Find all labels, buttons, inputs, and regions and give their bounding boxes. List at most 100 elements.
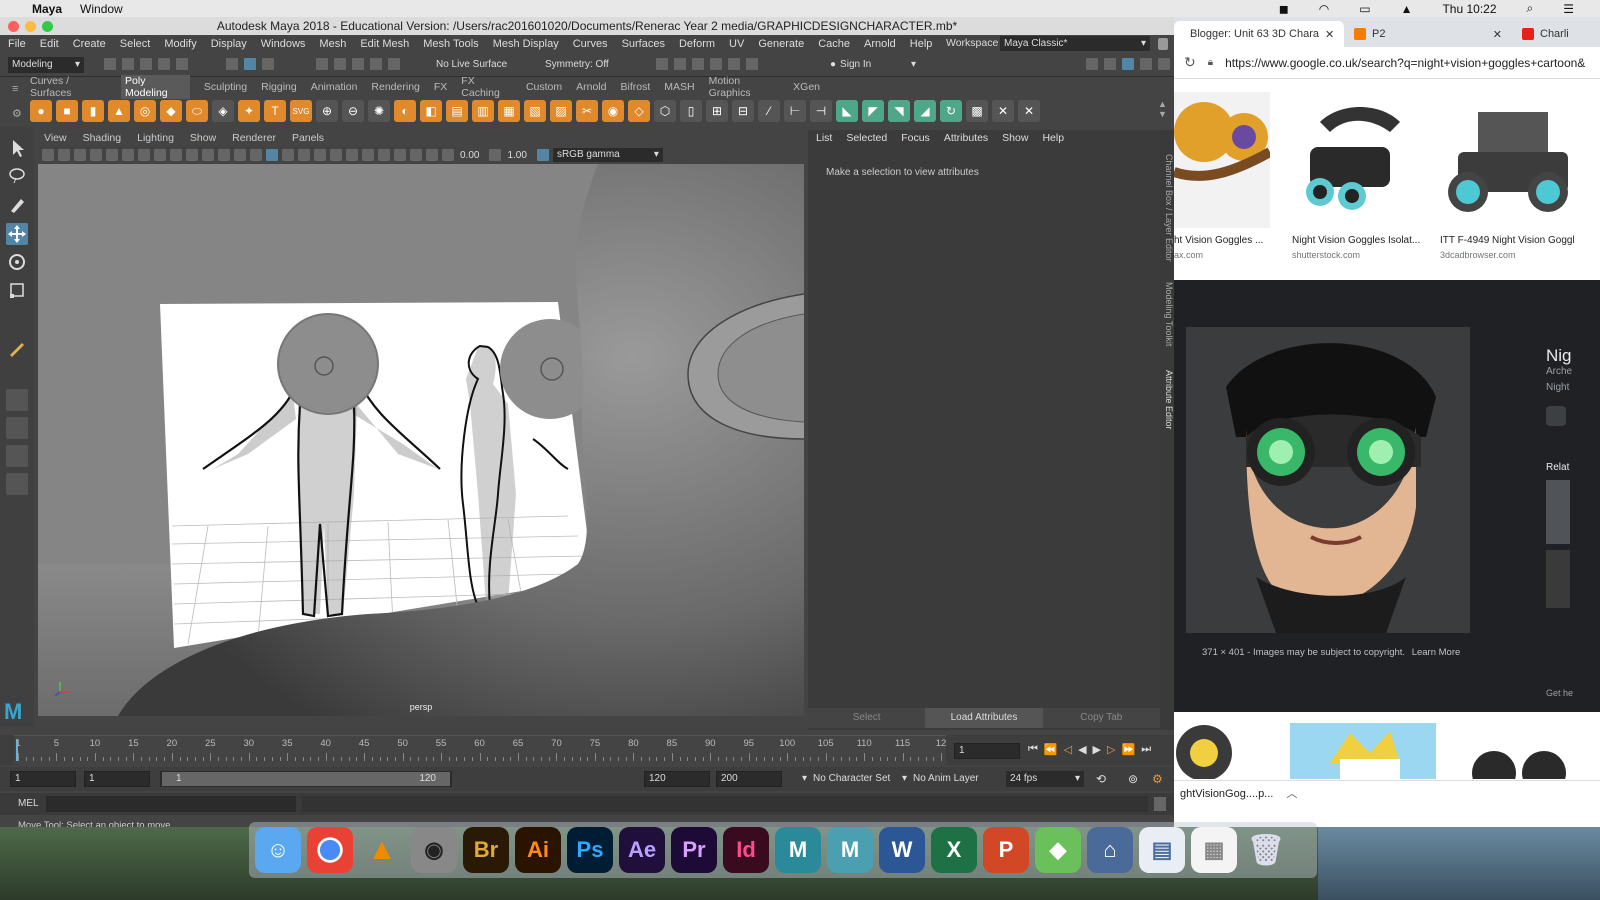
unfold-uv-icon[interactable]: ◥	[888, 100, 910, 122]
result-caption-3[interactable]: ITT F-4949 Night Vision Goggl	[1440, 235, 1600, 246]
character-set-dropdown[interactable]: ▾ No Character Set	[802, 773, 890, 784]
menu-help[interactable]: Help	[910, 38, 933, 50]
poly-sphere-icon[interactable]: ●	[30, 100, 52, 122]
menu-create[interactable]: Create	[73, 38, 106, 50]
preview-image[interactable]	[1186, 327, 1470, 633]
outliner-view-icon[interactable]	[6, 473, 28, 495]
mode-dropdown[interactable]: Modeling ▾	[8, 57, 84, 73]
menu-edit[interactable]: Edit	[40, 38, 59, 50]
character-controls-icon[interactable]	[1104, 58, 1116, 70]
shelf-scroll[interactable]: ▲ ▼	[1158, 99, 1167, 119]
result-image-6[interactable]	[1454, 723, 1600, 795]
shelf-tab-custom[interactable]: Custom	[526, 81, 562, 93]
film-gate-icon[interactable]	[154, 149, 166, 161]
menu-generate[interactable]: Generate	[758, 38, 804, 50]
poly-text-icon[interactable]: T	[264, 100, 286, 122]
download-item[interactable]: ghtVisionGog....p...	[1180, 788, 1273, 800]
shelf-tab-fx[interactable]: FX	[434, 81, 447, 93]
uv-editor-icon[interactable]: ⊟	[732, 100, 754, 122]
redo-icon[interactable]	[176, 58, 188, 70]
premiere-icon[interactable]: Pr	[671, 827, 717, 873]
resolution-gate-icon[interactable]	[170, 149, 182, 161]
channel-box-icon[interactable]	[1158, 58, 1170, 70]
shelf-tab-rendering[interactable]: Rendering	[371, 81, 419, 93]
attribute-editor-icon[interactable]	[1122, 58, 1134, 70]
snap-curve-icon[interactable]	[334, 58, 346, 70]
auto-key-icon[interactable]: ⊚	[1128, 772, 1138, 786]
play-forwards-icon[interactable]: ▶	[1093, 743, 1101, 756]
excel-icon[interactable]: X	[931, 827, 977, 873]
load-attributes-button[interactable]: Load Attributes	[925, 708, 1043, 728]
image-plane-icon[interactable]	[90, 149, 102, 161]
tool-settings-icon[interactable]	[1140, 58, 1152, 70]
step-forward-frame-icon[interactable]: ▷	[1107, 743, 1115, 756]
ipr-render-icon[interactable]	[692, 58, 704, 70]
insert-edge-icon[interactable]: ⊢	[784, 100, 806, 122]
wireframe-icon[interactable]	[250, 149, 262, 161]
safe-action-icon[interactable]	[218, 149, 230, 161]
select-camera-icon[interactable]	[42, 149, 54, 161]
poly-cube-icon[interactable]: ■	[56, 100, 78, 122]
snap-point-icon[interactable]	[352, 58, 364, 70]
paint-select-tool-icon[interactable]	[6, 193, 28, 215]
result-source-3[interactable]: 3dcadbrowser.com	[1440, 250, 1516, 260]
end-time-field[interactable]: 200	[716, 771, 782, 787]
clock[interactable]: Thu 10:22	[1442, 2, 1496, 16]
channel-box-tab[interactable]: Channel Box / Layer Editor	[1160, 154, 1174, 262]
render-view-icon[interactable]	[656, 58, 668, 70]
safe-title-icon[interactable]	[234, 149, 246, 161]
menu-modify[interactable]: Modify	[164, 38, 196, 50]
status-icon[interactable]: ◼	[1279, 2, 1289, 16]
menu-file[interactable]: File	[8, 38, 26, 50]
mudbox-icon[interactable]: M	[827, 827, 873, 873]
browser-tab-charli[interactable]: Charli	[1512, 21, 1600, 47]
render-settings-icon[interactable]	[710, 58, 722, 70]
lock-icon[interactable]	[1158, 38, 1168, 50]
cut-uv-icon[interactable]: ◤	[862, 100, 884, 122]
single-view-icon[interactable]	[6, 389, 28, 411]
documents-icon[interactable]: ▤	[1139, 827, 1185, 873]
anti-aliasing-icon[interactable]	[378, 149, 390, 161]
menu-display[interactable]: Display	[211, 38, 247, 50]
notification-center-icon[interactable]: ☰	[1563, 2, 1574, 16]
color-management-icon[interactable]	[536, 149, 549, 161]
delete-history-icon[interactable]: ✕	[1018, 100, 1040, 122]
result-image-4[interactable]	[1174, 723, 1270, 781]
script-editor-icon[interactable]	[1154, 797, 1166, 811]
loop-icon[interactable]: ⟲	[1096, 772, 1106, 786]
modeling-toolkit-icon[interactable]	[1086, 58, 1098, 70]
transfer-attr-icon[interactable]: ↻	[940, 100, 962, 122]
boolean-icon[interactable]: ◐	[394, 100, 416, 122]
smooth-shade-icon[interactable]	[266, 149, 278, 161]
bookmark-icon[interactable]	[74, 149, 86, 161]
gamma-value[interactable]: 1.00	[507, 150, 526, 161]
poly-cone-icon[interactable]: ▲	[108, 100, 130, 122]
scale-tool-icon[interactable]	[6, 279, 28, 301]
fill-hole-icon[interactable]: ▧	[524, 100, 546, 122]
viewport-menu-shading[interactable]: Shading	[83, 132, 122, 144]
spotlight-icon[interactable]: ⌕	[1527, 1, 1534, 16]
trash-icon[interactable]: 🗑︎	[1243, 827, 1289, 873]
edge-loop-icon[interactable]: ▯	[680, 100, 702, 122]
menu-arnold[interactable]: Arnold	[864, 38, 896, 50]
color-space-dropdown[interactable]: sRGB gamma ▾	[552, 148, 663, 162]
close-tab-icon[interactable]: ✕	[1325, 28, 1334, 41]
poly-helix-icon[interactable]: ✦	[238, 100, 260, 122]
new-scene-icon[interactable]	[104, 58, 116, 70]
attribute-editor-tab[interactable]: Attribute Editor	[1160, 370, 1174, 430]
menu-curves[interactable]: Curves	[573, 38, 608, 50]
zoom-button[interactable]	[42, 21, 53, 32]
word-icon[interactable]: W	[879, 827, 925, 873]
step-back-key-icon[interactable]: ⏪	[1044, 743, 1058, 756]
command-language[interactable]: MEL	[18, 798, 39, 809]
close-tab-icon[interactable]: ✕	[1493, 28, 1502, 41]
slide-edge-icon[interactable]: ⁄	[758, 100, 780, 122]
rotate-tool-icon[interactable]	[6, 251, 28, 273]
shelf-tab-bifrost[interactable]: Bifrost	[620, 81, 650, 93]
mirror-icon[interactable]: ◧	[420, 100, 442, 122]
poly-cylinder-icon[interactable]: ▮	[82, 100, 104, 122]
shelf-tab-mash[interactable]: MASH	[664, 81, 694, 93]
multi-cut-icon[interactable]: ✂	[576, 100, 598, 122]
viewport-menu-show[interactable]: Show	[190, 132, 216, 144]
sign-in-button[interactable]: ● Sign In ▾	[830, 57, 918, 73]
